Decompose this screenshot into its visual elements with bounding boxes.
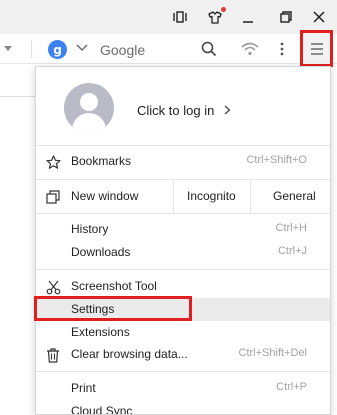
menu-item-label: Cloud Sync <box>71 404 133 415</box>
menu-item-label: Screenshot Tool <box>71 279 157 293</box>
title-bar <box>0 0 337 34</box>
main-menu-button[interactable] <box>300 30 333 67</box>
menu-item-label: History <box>71 222 109 236</box>
menu-item-downloads[interactable]: Downloads Ctrl+J <box>36 241 330 264</box>
menu-item-print[interactable]: Print Ctrl+P <box>36 377 330 400</box>
window-row: New window Incognito General <box>36 180 330 213</box>
media-icon[interactable] <box>171 8 189 26</box>
toolbar: g Google <box>0 34 337 64</box>
menu-divider <box>36 145 330 146</box>
login-link[interactable]: Click to log in <box>137 103 214 118</box>
menu-item-history[interactable]: History Ctrl+H <box>36 218 330 241</box>
menu-divider <box>36 371 330 372</box>
menu-item-label: Extensions <box>71 325 130 339</box>
chevron-right-icon <box>224 105 231 115</box>
page-divider <box>0 96 35 97</box>
close-icon[interactable] <box>310 8 328 26</box>
menu-divider <box>36 269 330 270</box>
menu-item-shortcut: Ctrl+Shift+Del <box>238 347 307 359</box>
menu-item-extensions[interactable]: Extensions <box>36 321 330 344</box>
main-menu-dropdown: Click to log in Bookmarks Ctrl+Shift+O N… <box>35 66 331 415</box>
restore-icon[interactable] <box>277 8 295 26</box>
general-button[interactable]: General <box>273 189 316 203</box>
new-window-button[interactable]: New window <box>71 189 138 203</box>
search-icon[interactable] <box>201 41 217 57</box>
menu-item-shortcut: Ctrl+P <box>276 381 307 393</box>
avatar[interactable] <box>64 83 114 133</box>
menu-item-shortcut: Ctrl+J <box>277 245 307 257</box>
wifi-icon[interactable] <box>241 42 259 56</box>
toolbar-divider <box>31 40 32 58</box>
menu-item-shortcut: Ctrl+H <box>275 222 307 234</box>
new-window-icon <box>45 189 61 205</box>
settings-highlight-box <box>34 296 192 321</box>
minimize-icon[interactable] <box>239 8 257 26</box>
menu-item-label: Bookmarks <box>71 154 132 168</box>
menu-item-screenshot-tool[interactable]: Screenshot Tool <box>36 275 330 298</box>
notification-dot <box>221 7 226 12</box>
menu-item-label: Downloads <box>71 245 131 259</box>
scissors-icon <box>45 279 61 295</box>
incognito-button[interactable]: Incognito <box>187 189 236 203</box>
split-divider <box>250 180 251 213</box>
chevron-down-icon[interactable] <box>76 44 88 52</box>
menu-item-label: Clear browsing data... <box>71 347 188 361</box>
search-engine-name[interactable]: Google <box>100 42 145 58</box>
menu-item-shortcut: Ctrl+Shift+O <box>246 154 307 166</box>
profile-section[interactable]: Click to log in <box>36 67 330 144</box>
split-divider <box>173 180 174 213</box>
hamburger-menu-icon <box>310 42 323 55</box>
search-engine-icon[interactable]: g <box>48 40 67 59</box>
more-options-icon[interactable] <box>279 42 285 56</box>
menu-item-bookmarks[interactable]: Bookmarks Ctrl+Shift+O <box>36 150 330 173</box>
menu-item-clear-browsing-data[interactable]: Clear browsing data... Ctrl+Shift+Del <box>36 343 330 366</box>
trash-icon <box>45 347 61 363</box>
menu-divider <box>36 213 330 214</box>
menu-item-label: Print <box>71 381 96 395</box>
dropdown-arrow-icon[interactable] <box>4 46 12 51</box>
menu-item-cloud-sync[interactable]: Cloud Sync <box>36 400 330 415</box>
star-icon <box>45 154 61 170</box>
